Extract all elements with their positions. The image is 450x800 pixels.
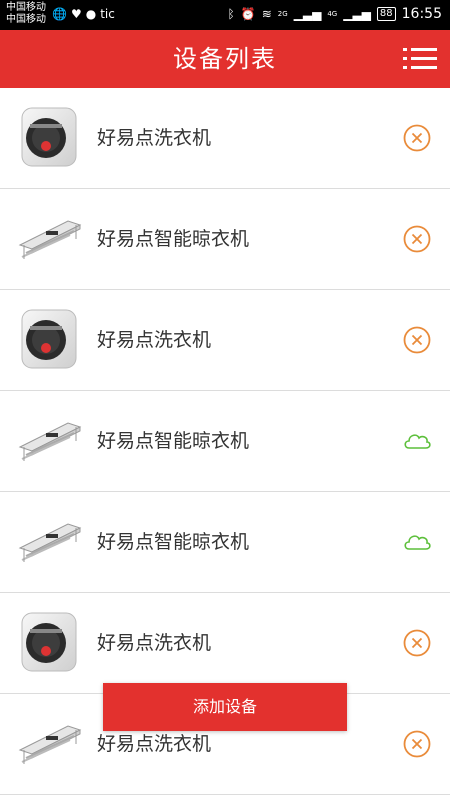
page-title: 设备列表 xyxy=(173,45,277,73)
chat-icon: ● xyxy=(85,7,97,21)
device-name: 好易点智能晾衣机 xyxy=(97,430,250,452)
device-row[interactable]: 好易点洗衣机 xyxy=(0,290,450,391)
device-name: 好易点洗衣机 xyxy=(97,632,212,654)
device-name: 好易点洗衣机 xyxy=(97,329,212,351)
status-bar: 中国移动 中国移动 🌐 ♥ ● tic ᛒ ⏰ ≋ 2G ▁▃▅ 4G ▁▃▅ … xyxy=(0,0,450,30)
cloud-online-icon xyxy=(404,535,431,550)
alarm-icon: ⏰ xyxy=(240,7,256,21)
offline-close-icon[interactable] xyxy=(402,628,432,658)
offline-close-icon[interactable] xyxy=(402,325,432,355)
offline-close-icon[interactable] xyxy=(402,123,432,153)
device-row[interactable]: 好易点洗衣机 xyxy=(0,593,450,694)
app-label: tic xyxy=(100,7,115,21)
menu-icon[interactable] xyxy=(402,44,438,74)
bluetooth-icon: ᛒ xyxy=(227,7,235,21)
device-name: 好易点智能晾衣机 xyxy=(97,228,250,250)
carrier-label: 中国移动 xyxy=(6,14,46,25)
battery-level: 88 xyxy=(376,7,396,21)
app-header: 设备列表 xyxy=(0,30,450,88)
device-row[interactable]: 好易点智能晾衣机 xyxy=(0,189,450,290)
washer-thumbnail xyxy=(16,308,82,372)
globe-icon: 🌐 xyxy=(52,7,67,21)
drying-rack-thumbnail xyxy=(16,712,82,776)
signal-icon: ▁▃▅ xyxy=(343,7,371,21)
carrier-label: 中国移动 xyxy=(6,2,46,13)
washer-thumbnail xyxy=(16,611,82,675)
system-indicators: ᛒ ⏰ ≋ 2G ▁▃▅ 4G ▁▃▅ 88 16:55 xyxy=(228,6,442,22)
washer-thumbnail xyxy=(16,106,82,170)
drying-rack-thumbnail xyxy=(16,207,82,271)
notification-icons: 🌐 ♥ ● tic xyxy=(52,7,115,21)
device-row[interactable]: 好易点智能晾衣机 xyxy=(0,391,450,492)
carrier-labels: 中国移动 中国移动 xyxy=(6,2,46,26)
offline-close-icon[interactable] xyxy=(402,729,432,759)
clock: 16:55 xyxy=(401,6,442,22)
network-4g-label: 4G xyxy=(327,10,338,18)
heartbeat-icon: ♥ xyxy=(70,7,82,21)
offline-close-icon[interactable] xyxy=(402,224,432,254)
device-name: 好易点智能晾衣机 xyxy=(97,531,250,553)
device-row[interactable]: 好易点洗衣机 xyxy=(0,88,450,189)
drying-rack-thumbnail xyxy=(16,409,82,473)
network-2g-label: 2G xyxy=(277,10,288,18)
drying-rack-thumbnail xyxy=(16,510,82,574)
device-row[interactable]: 好易点智能晾衣机 xyxy=(0,492,450,593)
cloud-online-icon xyxy=(404,434,431,449)
wifi-icon: ≋ xyxy=(261,7,272,21)
device-name: 好易点洗衣机 xyxy=(97,127,212,149)
add-device-button[interactable]: 添加设备 xyxy=(103,683,347,731)
signal-icon: ▁▃▅ xyxy=(293,7,322,21)
